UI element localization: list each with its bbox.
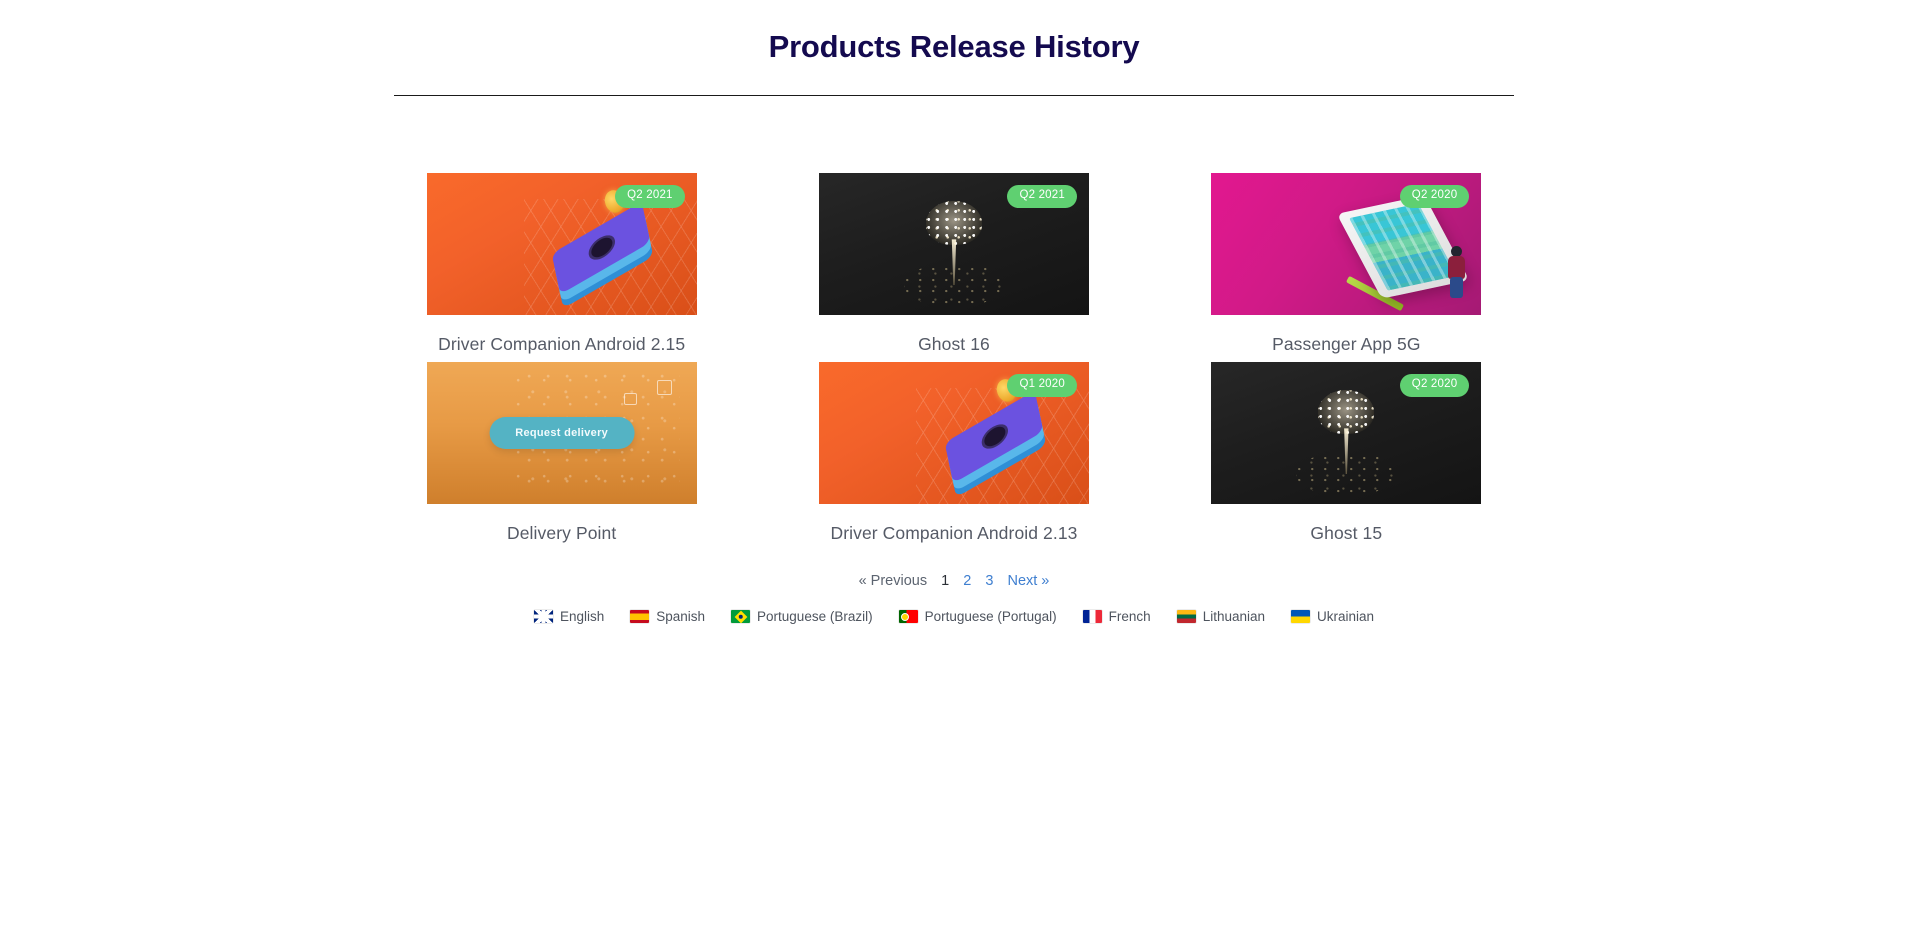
- pagination-page-3[interactable]: 3: [985, 573, 993, 589]
- content-container: Products Release History Q2 2021 Driver …: [392, 0, 1516, 624]
- flag-portugal-icon: [898, 610, 918, 623]
- product-thumbnail[interactable]: Q2 2021: [426, 173, 697, 315]
- product-title: Driver Companion Android 2.15: [438, 334, 686, 354]
- particle-brain-icon: [903, 201, 1004, 308]
- product-title: Ghost 16: [918, 334, 990, 354]
- product-card[interactable]: Q2 2020 Passenger App 5G: [1178, 173, 1515, 354]
- pagination-page-2[interactable]: 2: [963, 573, 971, 589]
- language-label: Spanish: [656, 609, 706, 624]
- language-item-portuguese-portugal[interactable]: Portuguese (Portugal): [898, 609, 1057, 624]
- flag-lithuania-icon: [1176, 610, 1196, 623]
- language-label: Portuguese (Portugal): [924, 609, 1057, 624]
- page-root: Products Release History Q2 2021 Driver …: [0, 0, 1908, 926]
- release-quarter-badge: Q2 2021: [1007, 185, 1077, 208]
- person-icon: [1448, 245, 1466, 298]
- language-label: English: [559, 609, 605, 624]
- gift-icon: [624, 393, 638, 406]
- pagination: « Previous 1 2 3 Next »: [392, 571, 1516, 591]
- language-item-portuguese-brazil[interactable]: Portuguese (Brazil): [731, 609, 873, 624]
- particle-brain-icon: [1296, 390, 1397, 497]
- flag-ukraine-icon: [1291, 610, 1311, 623]
- release-quarter-badge: Q1 2020: [1007, 374, 1077, 397]
- language-item-french[interactable]: French: [1082, 609, 1151, 624]
- release-quarter-badge: Q2 2020: [1399, 374, 1470, 397]
- pagination-next[interactable]: Next »: [1007, 573, 1049, 589]
- page-title: Products Release History: [768, 29, 1140, 64]
- title-divider: [394, 95, 1514, 96]
- language-label: Ukrainian: [1317, 609, 1375, 624]
- language-item-lithuanian[interactable]: Lithuanian: [1176, 609, 1266, 624]
- isometric-phone-icon: [944, 390, 1047, 498]
- pagination-previous[interactable]: « Previous: [859, 573, 928, 589]
- product-thumbnail[interactable]: Request delivery: [426, 362, 697, 504]
- product-title: Ghost 15: [1310, 523, 1383, 543]
- release-quarter-badge: Q2 2021: [615, 185, 685, 208]
- request-delivery-button[interactable]: Request delivery: [489, 417, 635, 449]
- isometric-phone-icon: [552, 201, 654, 309]
- product-card[interactable]: Q2 2021 Driver Companion Android 2.15: [393, 173, 730, 354]
- language-label: Lithuanian: [1202, 609, 1266, 624]
- flag-spain-icon: [630, 610, 650, 623]
- product-thumbnail[interactable]: Q2 2020: [1211, 362, 1482, 504]
- product-title: Driver Companion Android 2.13: [830, 523, 1078, 543]
- product-card[interactable]: Q2 2021 Ghost 16: [785, 173, 1122, 354]
- product-grid: Q2 2021 Driver Companion Android 2.15 Q2…: [393, 173, 1515, 543]
- product-thumbnail[interactable]: Q2 2021: [818, 173, 1089, 315]
- product-title: Passenger App 5G: [1272, 334, 1421, 354]
- product-card[interactable]: Q1 2020 Driver Companion Android 2.13: [785, 362, 1122, 543]
- language-switcher: English Spanish Portuguese (Brazil) Port…: [392, 609, 1516, 624]
- language-item-english[interactable]: English: [533, 609, 605, 624]
- flag-brazil-icon: [731, 610, 751, 623]
- language-label: French: [1108, 609, 1151, 624]
- product-thumbnail[interactable]: Q1 2020: [818, 362, 1089, 504]
- release-quarter-badge: Q2 2020: [1399, 185, 1470, 208]
- pagination-page-1: 1: [941, 573, 950, 589]
- product-thumbnail[interactable]: Q2 2020: [1211, 173, 1482, 315]
- package-icon: [657, 380, 673, 396]
- language-item-spanish[interactable]: Spanish: [630, 609, 705, 624]
- thumbnail-art-tan-delivery: Request delivery: [426, 362, 697, 504]
- flag-france-icon: [1082, 610, 1102, 623]
- flag-united-kingdom-icon: [533, 610, 553, 623]
- product-card[interactable]: Request delivery Delivery Point: [393, 362, 730, 543]
- language-item-ukrainian[interactable]: Ukrainian: [1291, 609, 1374, 624]
- product-card[interactable]: Q2 2020 Ghost 15: [1178, 362, 1515, 543]
- language-label: Portuguese (Brazil): [757, 609, 873, 624]
- product-title: Delivery Point: [506, 523, 617, 543]
